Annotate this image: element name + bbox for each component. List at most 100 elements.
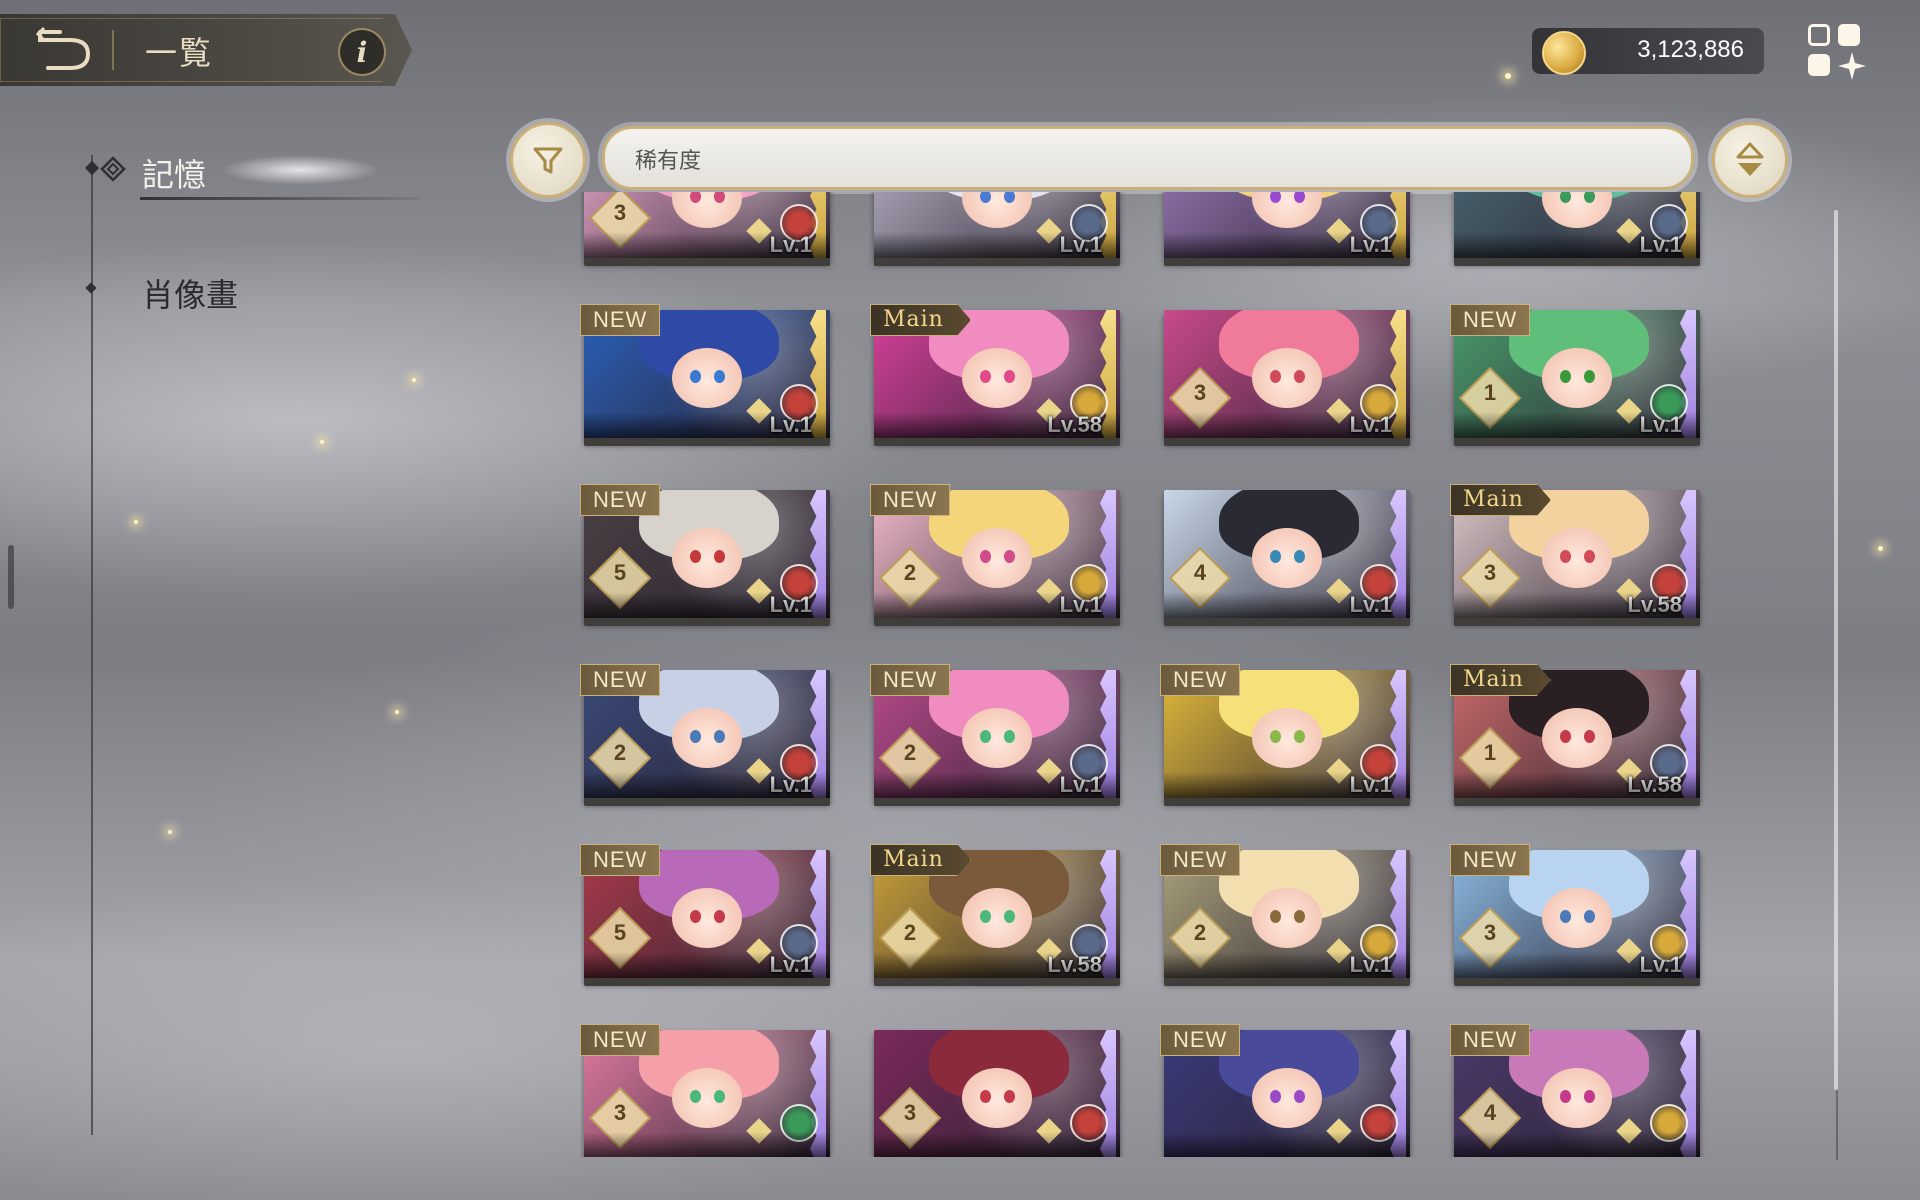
memoria-card[interactable]: 2 Lv.1 NEW [870,664,1124,808]
skill-type-icon [1036,218,1062,244]
character-face [1542,528,1612,588]
character-eye [1004,370,1015,383]
card-base [584,438,830,446]
skill-type-icon [746,938,772,964]
card-base [1164,798,1410,806]
memoria-card[interactable]: 2 Lv.1 NEW [1160,844,1414,988]
character-face [962,528,1032,588]
skill-type-icon [746,398,772,424]
card-level: Lv.1 [769,772,812,797]
card-base [584,258,830,266]
character-eye [1560,370,1571,383]
character-eye [1270,910,1281,923]
character-eye [1270,1090,1281,1103]
nav-timeline [91,155,93,1135]
info-button[interactable]: i [338,28,386,76]
character-eye [714,730,725,743]
sort-selector[interactable]: 稀有度 [602,126,1694,190]
memoria-card[interactable]: 2 Lv.58 Main [870,850,1124,988]
memoria-card[interactable]: Lv.1 [870,192,1124,268]
memoria-card[interactable]: 3 [870,1030,1124,1157]
memoria-card[interactable]: 2 Lv.1 NEW [580,664,834,808]
memoria-card[interactable]: 2 Lv.1 NEW [870,484,1124,628]
card-base [1454,258,1700,266]
attribute-icon [1360,564,1398,602]
rarity-edge [810,1030,826,1157]
memoria-card[interactable]: Lv.1 [1160,192,1414,268]
filter-funnel-icon [533,147,563,174]
card-artwork: 4 Lv.1 [1164,490,1410,622]
new-badge: NEW [870,664,951,696]
attribute-icon [1070,744,1108,782]
card-base [874,978,1120,986]
skill-type-icon [1616,758,1642,784]
new-badge: NEW [580,304,661,336]
nav-item-portrait[interactable]: 肖像畫 [142,270,238,316]
back-button[interactable] [30,24,100,76]
grid-scrollbar[interactable] [1834,210,1838,1090]
memoria-card[interactable]: 1 Lv.58 Main [1450,670,1704,808]
attribute-icon [1360,744,1398,782]
grid-menu-button[interactable] [1808,20,1866,80]
ascension-count: 5 [613,920,627,945]
character-eye [714,910,725,923]
memoria-card[interactable]: 1 Lv.1 NEW [1450,304,1704,448]
card-level: Lv.1 [1349,952,1392,977]
card-base [1454,618,1700,626]
memoria-card[interactable]: Lv.1 NEW [580,304,834,448]
character-eye [690,550,701,563]
memoria-card[interactable]: 3 Lv.1 [580,192,834,268]
memoria-card[interactable]: Lv.1 [1450,192,1704,268]
memoria-card[interactable]: 3 Lv.1 [1160,310,1414,448]
character-face [1252,888,1322,948]
character-eye [1004,730,1015,743]
new-badge: NEW [580,664,661,696]
filter-button[interactable] [510,122,586,198]
memoria-card[interactable]: 3 Lv.58 Main [1450,490,1704,628]
character-face [962,192,1032,228]
card-level: Lv.1 [1059,772,1102,797]
memoria-card[interactable]: 4 Lv.1 [1160,490,1414,628]
memoria-card[interactable]: NEW [1160,1024,1414,1157]
memoria-card[interactable]: 4 NEW [1450,1024,1704,1157]
nav-item-memory[interactable]: 記憶 [142,150,206,196]
attribute-icon [1070,924,1108,962]
character-eye [1560,1090,1571,1103]
attribute-icon [780,384,818,422]
character-face [1542,1068,1612,1128]
card-level: Lv.58 [1627,592,1682,617]
memoria-card[interactable]: 5 Lv.1 NEW [580,484,834,628]
card-artwork: 3 Lv.1 [584,192,830,262]
card-level: Lv.1 [1059,592,1102,617]
attribute-icon [1650,924,1688,962]
skill-type-icon [1616,398,1642,424]
nav-marker [85,282,97,294]
sort-order-button[interactable] [1712,122,1788,198]
new-badge: NEW [1160,1024,1241,1056]
attribute-icon [780,1104,818,1142]
side-drawer-handle[interactable] [8,545,14,609]
rarity-edge [1390,1030,1406,1157]
card-level: Lv.1 [1349,592,1392,617]
memoria-card[interactable]: 5 Lv.1 NEW [580,844,834,988]
memoria-card[interactable]: 3 NEW [580,1024,834,1157]
card-base [1454,798,1700,806]
character-face [672,192,742,228]
card-level: Lv.1 [769,592,812,617]
attribute-icon [1650,564,1688,602]
character-eye [714,1090,725,1103]
memoria-card[interactable]: Lv.1 NEW [1160,664,1414,808]
character-face [1542,708,1612,768]
character-eye [714,370,725,383]
card-base [1454,438,1700,446]
character-eye [980,730,991,743]
character-eye [1294,370,1305,383]
memoria-card[interactable]: Lv.58 Main [870,310,1124,448]
memoria-card[interactable]: 3 Lv.1 NEW [1450,844,1704,988]
nav-active-underline [140,197,420,200]
rarity-edge [1680,1030,1696,1157]
character-eye [690,1090,701,1103]
rarity-edge [810,850,826,982]
card-level: Lv.58 [1627,772,1682,797]
character-face [672,348,742,408]
